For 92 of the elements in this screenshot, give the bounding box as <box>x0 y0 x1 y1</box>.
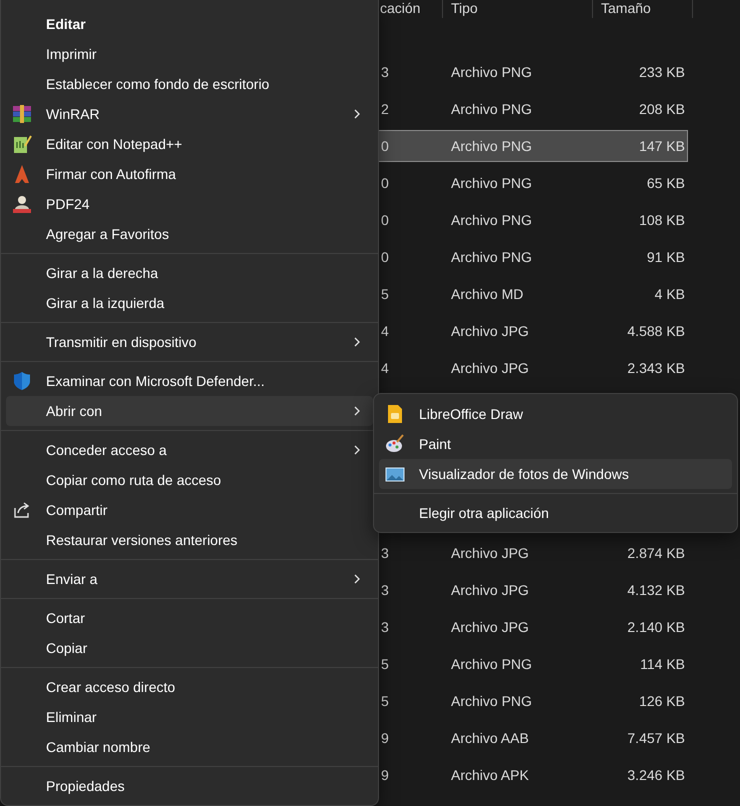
table-cell-text: Archivo PNG <box>450 138 533 154</box>
menu-item[interactable]: Propiedades <box>6 771 373 801</box>
table-cell-text: 9 <box>380 730 390 746</box>
menu-item[interactable]: Editar con Notepad++ <box>6 129 373 159</box>
table-cell-text: Archivo JPG <box>450 323 530 339</box>
menu-item[interactable]: PDF24 <box>6 189 373 219</box>
menu-item[interactable]: Examinar con Microsoft Defender... <box>6 366 373 396</box>
table-cell-text: Archivo MD <box>450 286 524 302</box>
table-cell-text: Archivo JPG <box>450 360 530 376</box>
menu-item[interactable]: Cambiar nombre <box>6 732 373 762</box>
table-cell-text: Archivo JPG <box>450 545 530 561</box>
menu-item[interactable]: Copiar <box>6 633 373 663</box>
menu-item[interactable]: Cortar <box>6 603 373 633</box>
menu-item[interactable]: Editar <box>6 9 373 39</box>
menu-item[interactable]: Girar a la izquierda <box>6 288 373 318</box>
menu-item[interactable]: Imprimir <box>6 39 373 69</box>
table-cell-text: 2.343 KB <box>626 360 686 376</box>
table-cell-text: 3 <box>380 619 390 635</box>
figure-icon <box>12 194 32 214</box>
selected-row[interactable]: 0 Archivo PNG 147 KB <box>378 130 688 162</box>
table-cell-text: 126 KB <box>638 693 686 709</box>
notepad-icon <box>12 134 32 154</box>
menu-item[interactable]: Elegir otra aplicación <box>379 498 732 528</box>
menu-item[interactable]: Agregar a Favoritos <box>6 219 373 249</box>
table-cell-text: 4 KB <box>654 286 686 302</box>
table-cell-text: Archivo PNG <box>450 101 533 117</box>
table-cell-text: 5 <box>380 286 390 302</box>
menu-item[interactable]: Visualizador de fotos de Windows <box>379 459 732 489</box>
chevron-icon <box>353 108 361 120</box>
table-cell-text: 0 <box>380 175 390 191</box>
menu-item[interactable]: Copiar como ruta de acceso <box>6 465 373 495</box>
menu-item[interactable]: Abrir con <box>6 396 373 426</box>
table-cell-text: 4.588 KB <box>626 323 686 339</box>
menu-item[interactable]: Conceder acceso a <box>6 435 373 465</box>
table-cell-text: 114 KB <box>639 656 686 672</box>
table-cell-text: 3 <box>380 64 390 80</box>
table-cell-text: 0 <box>380 138 390 154</box>
table-cell-text: 3 <box>380 582 390 598</box>
column-header[interactable]: Tamaño <box>593 0 693 18</box>
table-cell-text: Archivo PNG <box>450 693 533 709</box>
table-cell-text: Archivo PNG <box>450 64 533 80</box>
table-cell-text: 65 KB <box>646 175 686 191</box>
table-cell-text: 5 <box>380 693 390 709</box>
chevron-icon <box>353 405 361 417</box>
menu-item[interactable]: Restaurar versiones anteriores <box>6 525 373 555</box>
menu-item[interactable]: Firmar con Autofirma <box>6 159 373 189</box>
table-cell-text: Archivo JPG <box>450 619 530 635</box>
table-cell-text: 4.132 KB <box>626 582 686 598</box>
table-cell-text: 3.246 KB <box>626 767 686 783</box>
table-cell-text: 108 KB <box>638 212 686 228</box>
table-cell-text: Archivo JPG <box>450 582 530 598</box>
palette-icon <box>385 434 405 454</box>
table-cell-text: Archivo PNG <box>450 656 533 672</box>
table-cell-text: Archivo PNG <box>450 175 533 191</box>
table-cell-text: 233 KB <box>638 64 686 80</box>
menu-item[interactable]: Transmitir en dispositivo <box>6 327 373 357</box>
table-cell-text: 2.874 KB <box>626 545 686 561</box>
table-cell-text: Archivo AAB <box>450 730 530 746</box>
menu-item[interactable]: Paint <box>379 429 732 459</box>
table-cell-text: 4 <box>380 323 390 339</box>
menu-item[interactable]: WinRAR <box>6 99 373 129</box>
table-cell-text: 208 KB <box>638 101 686 117</box>
table-cell-text: 9 <box>380 767 390 783</box>
chevron-icon <box>353 336 361 348</box>
table-cell-text: 2.140 KB <box>626 619 686 635</box>
table-cell-text: 147 KB <box>638 138 686 154</box>
table-cell-text: Archivo APK <box>450 767 530 783</box>
table-cell-text: 5 <box>380 656 390 672</box>
menu-item[interactable]: Establecer como fondo de escritorio <box>6 69 373 99</box>
menu-item[interactable]: Compartir <box>6 495 373 525</box>
menu-item[interactable]: LibreOffice Draw <box>379 399 732 429</box>
menu-item[interactable]: Eliminar <box>6 702 373 732</box>
document-icon <box>385 404 405 424</box>
column-header[interactable]: Tipo <box>443 0 593 18</box>
table-cell-text: Archivo PNG <box>450 249 533 265</box>
table-cell-text: 2 <box>380 101 390 117</box>
table-cell-text: 3 <box>380 545 390 561</box>
chevron-icon <box>353 444 361 456</box>
share-icon <box>12 500 32 520</box>
table-cell-text: 4 <box>380 360 390 376</box>
chevron-icon <box>353 573 361 585</box>
menu-item[interactable]: Crear acceso directo <box>6 672 373 702</box>
menu-item[interactable]: Enviar a <box>6 564 373 594</box>
signature-icon <box>12 164 32 184</box>
shield-icon <box>12 371 32 391</box>
table-cell-text: 7.457 KB <box>626 730 686 746</box>
table-cell-text: Archivo PNG <box>450 212 533 228</box>
table-cell-text: 91 KB <box>646 249 686 265</box>
table-cell-text: 0 <box>380 212 390 228</box>
table-cell-text: 0 <box>380 249 390 265</box>
books-icon <box>12 104 32 124</box>
menu-item[interactable]: Girar a la derecha <box>6 258 373 288</box>
